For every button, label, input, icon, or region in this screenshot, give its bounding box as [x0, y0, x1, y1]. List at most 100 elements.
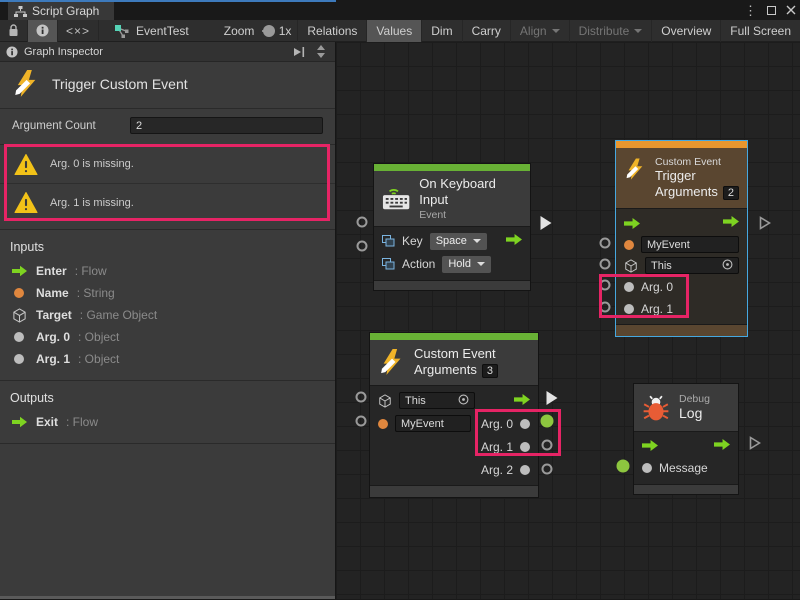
flow-output-port-connected[interactable] — [547, 391, 558, 405]
object-port-icon[interactable] — [520, 442, 530, 452]
flow-out-arrow-icon[interactable] — [506, 233, 522, 246]
outputs-section: Outputs Exit: Flow — [0, 380, 335, 443]
outputs-heading: Outputs — [0, 389, 335, 411]
node-title-2: Arguments3 — [414, 362, 498, 379]
lock-icon — [8, 24, 19, 37]
unity-script-graph-window: Script Graph ⋮ <×> — [0, 0, 800, 600]
lock-button[interactable] — [0, 20, 28, 42]
gameobject-cube-icon[interactable] — [624, 259, 638, 273]
zoom-slider[interactable] — [262, 30, 272, 32]
panel-spinner[interactable] — [313, 45, 329, 58]
node-title: Log — [679, 405, 710, 423]
object-picker-icon[interactable] — [458, 394, 469, 405]
chevron-down-icon — [473, 239, 481, 243]
object-port-icon[interactable] — [642, 463, 652, 473]
distribute-dropdown[interactable]: Distribute — [570, 20, 653, 42]
dock-panel-icon[interactable] — [293, 46, 305, 58]
arg1-label: Arg. 1 — [481, 440, 513, 454]
input-port[interactable] — [356, 392, 367, 403]
object-port-icon[interactable] — [520, 465, 530, 475]
action-label: Action — [402, 257, 435, 271]
target-field[interactable]: This — [645, 257, 739, 274]
object-port-icon[interactable] — [624, 282, 634, 292]
maximize-icon[interactable] — [767, 6, 776, 15]
event-name-field[interactable]: MyEvent — [395, 415, 471, 432]
flow-in-arrow-icon[interactable] — [642, 439, 658, 452]
inspector-toggle-button[interactable] — [28, 20, 58, 42]
graph-name-label: EventTest — [136, 24, 189, 38]
flow-output-port-empty[interactable] — [759, 216, 771, 230]
node-debug-log[interactable]: Debug Log Message — [633, 383, 739, 495]
flow-in-arrow-icon[interactable] — [624, 217, 640, 230]
flow-out-arrow-icon[interactable] — [514, 393, 530, 406]
full-screen-button[interactable]: Full Screen — [721, 20, 800, 42]
tab-script-graph[interactable]: Script Graph — [8, 2, 114, 20]
argument-count-row: Argument Count 2 — [0, 109, 335, 144]
relations-button[interactable]: Relations — [297, 20, 367, 42]
event-node-color-bar — [374, 164, 530, 171]
flow-output-port-connected[interactable] — [541, 216, 552, 230]
node-custom-event-arguments[interactable]: Custom Event Arguments3 This — [369, 332, 539, 498]
graph-breadcrumb[interactable]: EventTest — [105, 20, 198, 42]
object-port-icon — [14, 354, 24, 364]
key-dropdown[interactable]: Space — [430, 233, 487, 250]
port-list-item: Enter: Flow — [0, 260, 335, 282]
input-port[interactable] — [356, 416, 367, 427]
object-picker-icon[interactable] — [722, 259, 733, 270]
node-on-keyboard-input[interactable]: On Keyboard Input Event Key Space — [373, 163, 531, 291]
object-port-icon[interactable] — [624, 304, 634, 314]
target-field[interactable]: This — [399, 392, 475, 409]
input-port-connected[interactable] — [617, 460, 630, 473]
info-icon — [36, 24, 49, 37]
output-port[interactable] — [542, 464, 553, 475]
message-label: Message — [659, 461, 708, 475]
code-preview-button[interactable]: <×> — [58, 20, 99, 42]
chevron-down-icon — [552, 29, 560, 33]
output-port-connected[interactable] — [541, 415, 554, 428]
flow-out-arrow-icon[interactable] — [723, 215, 739, 228]
inspector-header: Graph Inspector — [0, 42, 335, 62]
string-port-icon[interactable] — [624, 240, 634, 250]
action-dropdown[interactable]: Hold — [442, 256, 491, 273]
graph-canvas[interactable]: On Keyboard Input Event Key Space — [336, 42, 800, 599]
inputs-heading: Inputs — [0, 238, 335, 260]
warning-icon — [14, 154, 38, 175]
flow-output-port-empty[interactable] — [749, 436, 761, 450]
graph-inspector-panel: Graph Inspector Trigger Custom Event — [0, 42, 336, 599]
window-menu-icon[interactable]: ⋮ — [744, 4, 757, 17]
node-title: Trigger — [655, 168, 739, 184]
input-port[interactable] — [357, 241, 368, 252]
warnings-block: Arg. 0 is missing. Arg. 1 is missing. — [0, 144, 335, 221]
page-title: Trigger Custom Event — [52, 76, 188, 92]
warning-row: Arg. 0 is missing. — [0, 145, 335, 183]
output-port[interactable] — [542, 440, 553, 451]
input-port[interactable] — [600, 259, 611, 270]
string-port-icon — [14, 288, 24, 298]
input-port[interactable] — [600, 238, 611, 249]
dim-button[interactable]: Dim — [422, 20, 462, 42]
argument-count-field[interactable]: 2 — [130, 117, 323, 134]
tab-strip: Script Graph ⋮ — [0, 0, 800, 20]
align-dropdown[interactable]: Align — [511, 20, 570, 42]
argument-count-badge: 3 — [482, 364, 498, 378]
custom-event-bolt-pencil-icon — [378, 349, 405, 376]
node-kicker: Debug — [679, 393, 710, 405]
object-port-icon[interactable] — [520, 419, 530, 429]
close-icon[interactable] — [786, 5, 796, 15]
node-trigger-custom-event[interactable]: Custom Event Trigger Arguments2 MyEvent — [615, 140, 748, 337]
input-port[interactable] — [600, 280, 611, 291]
chevron-down-icon — [634, 29, 642, 33]
string-port-icon[interactable] — [378, 419, 388, 429]
overview-button[interactable]: Overview — [652, 20, 721, 42]
object-port-icon — [14, 332, 24, 342]
values-button[interactable]: Values — [367, 20, 422, 42]
zoom-slider-handle[interactable] — [263, 25, 275, 37]
trigger-node-color-bar — [616, 141, 747, 148]
input-port[interactable] — [357, 217, 368, 228]
input-port[interactable] — [600, 302, 611, 313]
event-name-field[interactable]: MyEvent — [641, 236, 739, 253]
chevron-down-icon — [477, 262, 485, 266]
gameobject-cube-icon[interactable] — [378, 394, 392, 408]
flow-out-arrow-icon[interactable] — [714, 438, 730, 451]
carry-button[interactable]: Carry — [463, 20, 511, 42]
